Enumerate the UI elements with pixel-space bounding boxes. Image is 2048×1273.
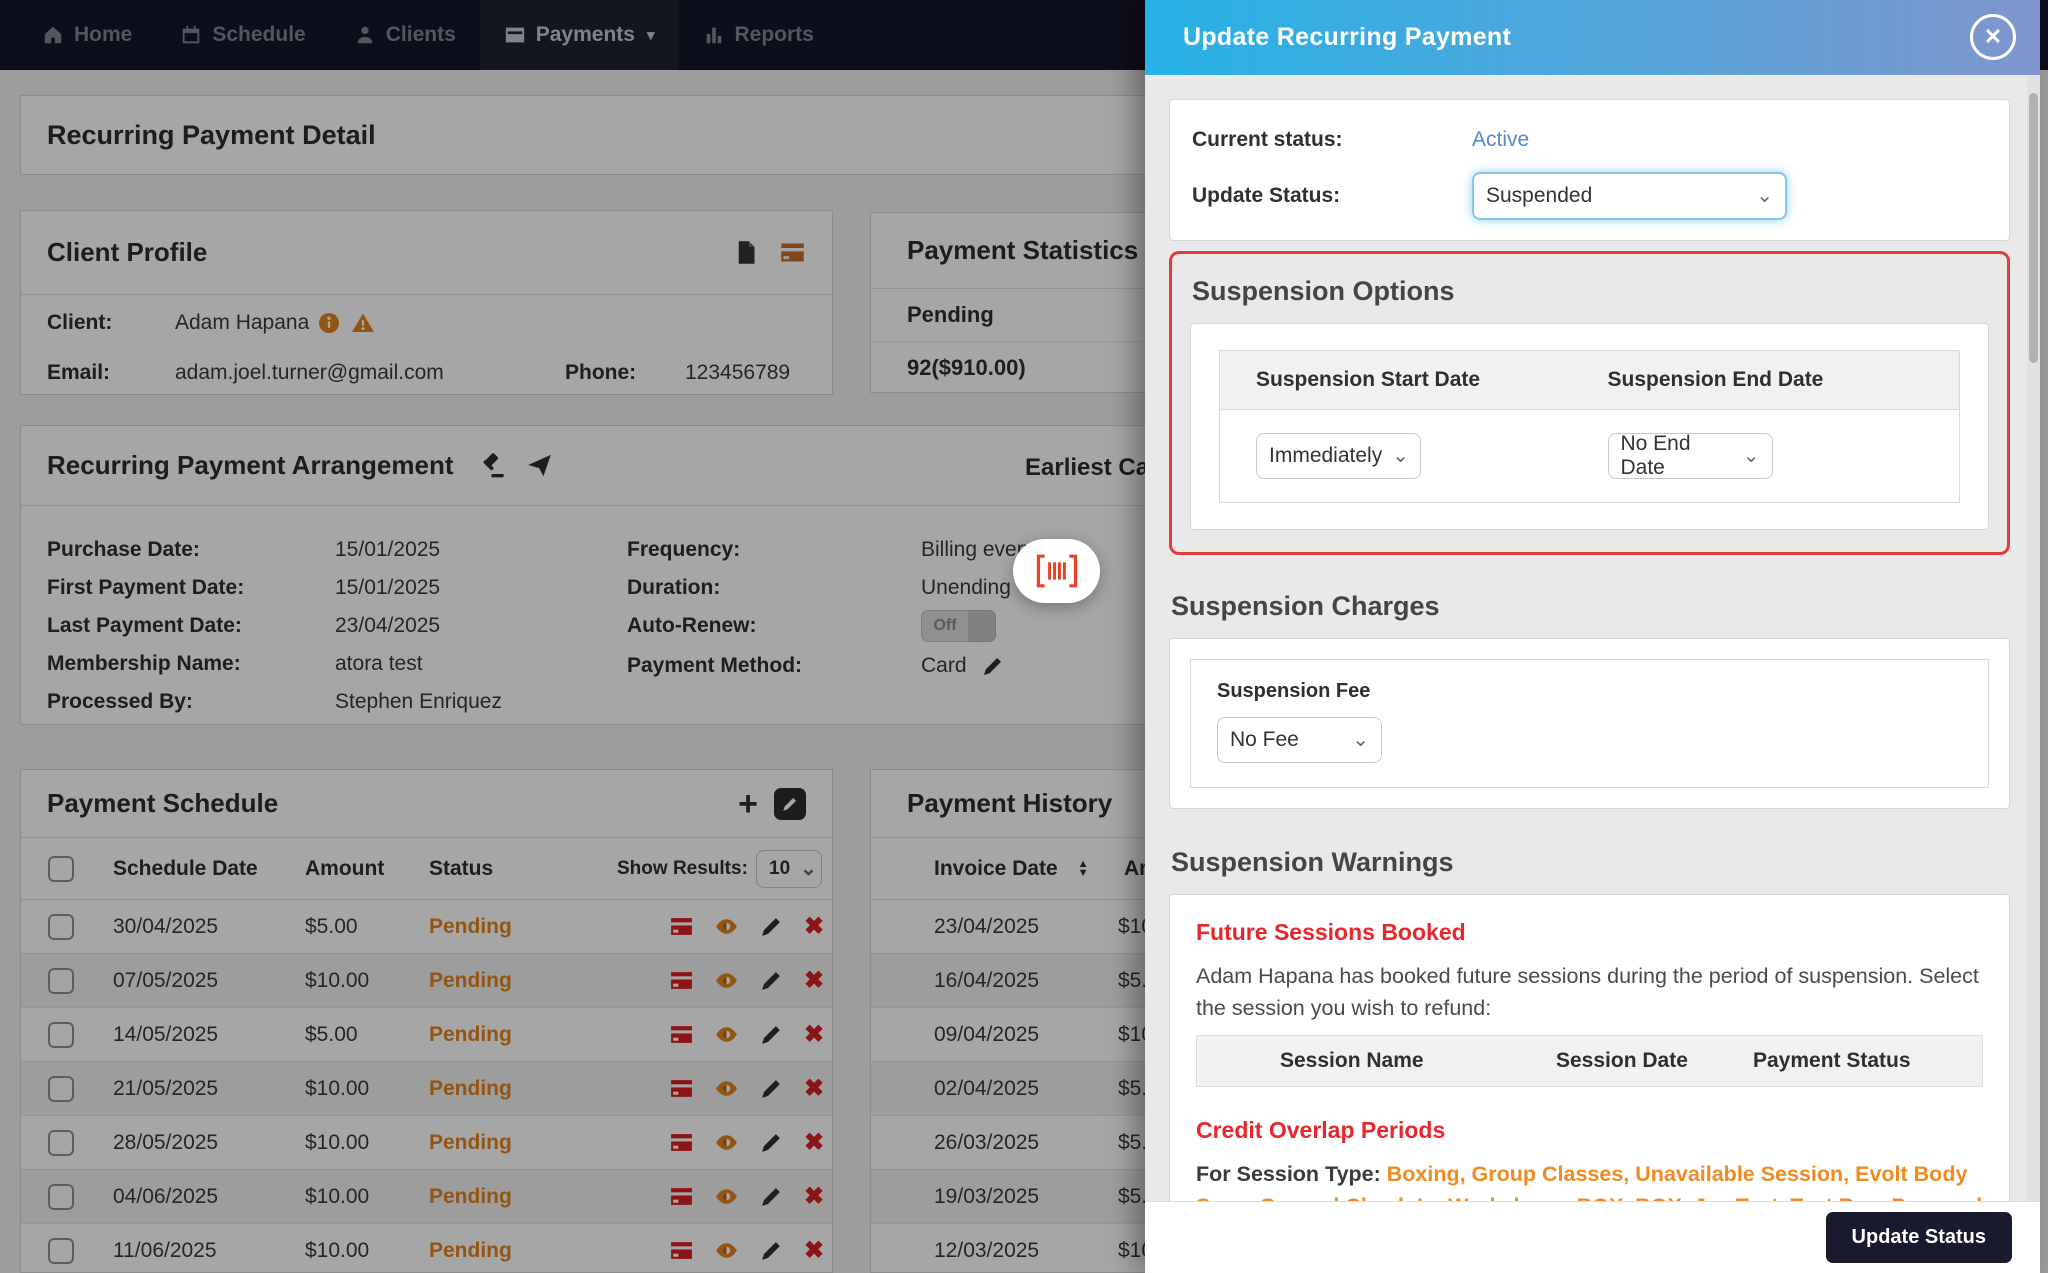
options-table-row: Immediately ⌄ No End Date ⌄	[1220, 410, 1959, 502]
suspension-warnings-heading: Suspension Warnings	[1171, 847, 1454, 877]
app-viewport: Home Schedule Clients Payments ▾ Reports…	[0, 0, 2048, 1273]
suspension-warnings-card: Future Sessions Booked Adam Hapana has b…	[1169, 894, 2010, 1201]
suspension-fee-value: No Fee	[1230, 728, 1299, 751]
current-status-row: Current status: Active	[1192, 118, 1987, 162]
suspension-options-heading: Suspension Options	[1192, 276, 1455, 306]
close-button[interactable]: ✕	[1970, 14, 2016, 60]
modal-title: Update Recurring Payment	[1183, 23, 1512, 51]
suspension-options-section: Suspension Options Suspension Start Date…	[1169, 251, 2010, 555]
future-sessions-text: Adam Hapana has booked future sessions d…	[1196, 964, 1979, 1021]
suspension-charges-card: Suspension Fee No Fee ⌄	[1169, 638, 2010, 809]
session-type-prefix: For Session Type:	[1196, 1161, 1387, 1186]
update-status-label: Update Status:	[1192, 184, 1341, 207]
close-icon: ✕	[1983, 24, 2003, 49]
future-sessions-heading: Future Sessions Booked	[1196, 919, 1466, 945]
suspension-end-select[interactable]: No End Date ⌄	[1607, 432, 1773, 479]
suspension-start-select[interactable]: Immediately ⌄	[1256, 433, 1421, 479]
barcode-scan-fab[interactable]	[1013, 539, 1100, 603]
update-status-select[interactable]: Suspended ⌄	[1472, 172, 1787, 220]
credit-overlap-heading: Credit Overlap Periods	[1196, 1116, 1446, 1143]
modal-footer: Update Status	[1145, 1201, 2040, 1273]
suspension-charges-heading: Suspension Charges	[1171, 591, 1440, 621]
col-session-name: Session Name	[1280, 1048, 1424, 1072]
col-payment-status: Payment Status	[1753, 1048, 1911, 1072]
scrollbar-thumb[interactable]	[2029, 93, 2038, 363]
current-status-label: Current status:	[1192, 128, 1343, 151]
session-type-text: For Session Type: Boxing, Group Classes,…	[1196, 1158, 1983, 1202]
update-status-button[interactable]: Update Status	[1825, 1212, 2012, 1263]
sessions-table-header: Session Name Session Date Payment Status	[1196, 1034, 1983, 1087]
barcode-scan-icon	[1036, 554, 1077, 588]
current-status-value: Active	[1472, 128, 1530, 151]
suspension-fee-select[interactable]: No Fee ⌄	[1217, 717, 1382, 763]
suspension-fee-label: Suspension Fee	[1217, 680, 1371, 702]
suspension-options-table: Suspension Start Date Suspension End Dat…	[1219, 350, 1960, 503]
col-session-date: Session Date	[1556, 1048, 1688, 1072]
update-status-row: Update Status: Suspended ⌄	[1192, 172, 1987, 220]
modal-scrollbar[interactable]	[2027, 75, 2040, 1202]
options-table-header: Suspension Start Date Suspension End Dat…	[1220, 351, 1959, 410]
col-end-date: Suspension End Date	[1607, 368, 1824, 391]
suspension-end-value: No End Date	[1620, 432, 1691, 479]
modal-body: Current status: Active Update Status: Su…	[1145, 75, 2040, 1201]
modal-header: Update Recurring Payment ✕	[1145, 0, 2040, 75]
status-card: Current status: Active Update Status: Su…	[1169, 99, 2010, 241]
update-recurring-payment-modal: Update Recurring Payment ✕ Current statu…	[1145, 0, 2040, 1273]
suspension-start-value: Immediately	[1269, 444, 1383, 467]
suspension-fee-box: Suspension Fee No Fee ⌄	[1190, 659, 1989, 788]
suspension-options-card: Suspension Start Date Suspension End Dat…	[1190, 323, 1989, 530]
update-status-value: Suspended	[1486, 184, 1593, 207]
col-start-date: Suspension Start Date	[1256, 368, 1481, 391]
